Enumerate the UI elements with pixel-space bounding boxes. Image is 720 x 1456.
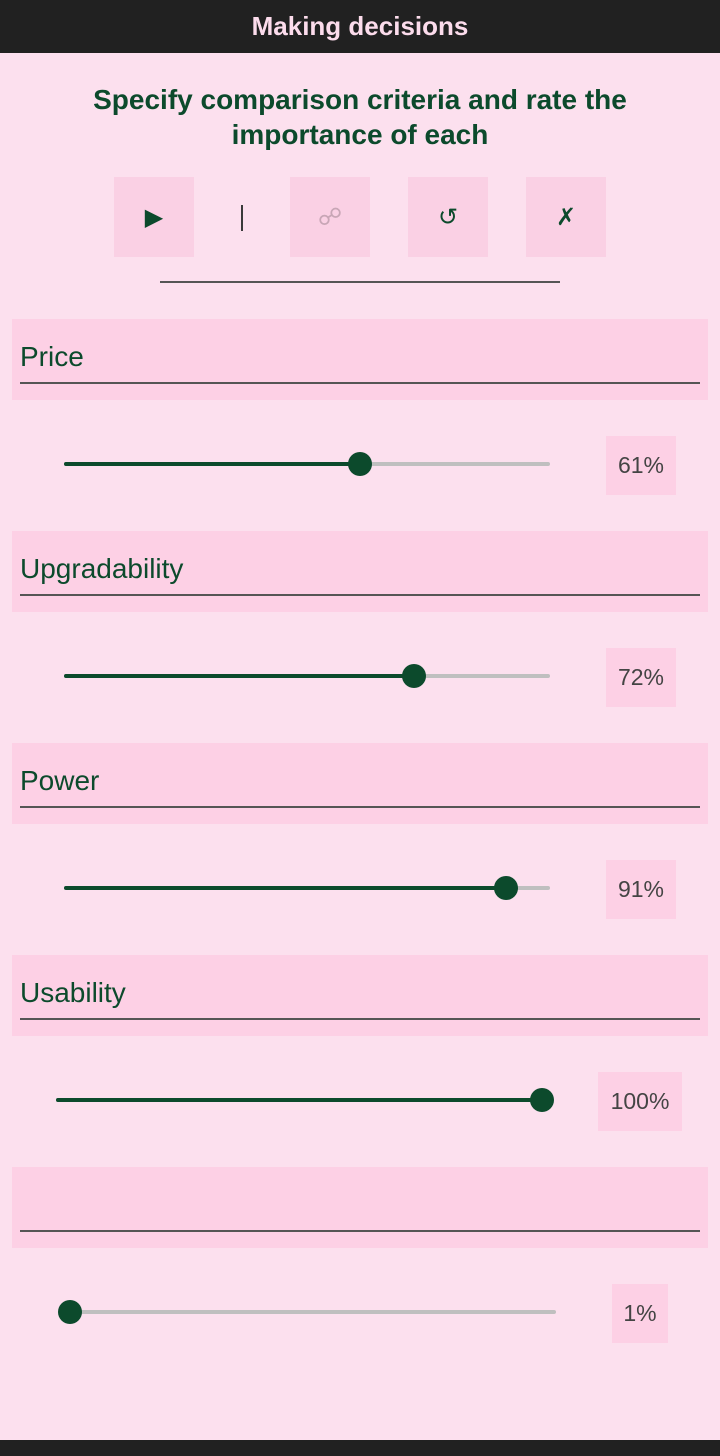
page-heading: Specify comparison criteria and rate the… [93, 84, 627, 150]
criterion-name: Price [20, 341, 84, 372]
importance-value: 1% [612, 1284, 668, 1343]
slider-track [70, 1310, 556, 1314]
field-underline [20, 1230, 700, 1232]
slider-thumb[interactable] [348, 452, 373, 476]
field-underline [20, 382, 700, 384]
link-button[interactable]: ☍ [290, 177, 370, 257]
importance-value: 91% [606, 860, 676, 919]
divider [160, 281, 560, 283]
slider-thumb[interactable] [494, 876, 519, 900]
criterion-name-field[interactable]: Usability [12, 955, 708, 1036]
importance-slider[interactable] [64, 876, 550, 900]
slider-thumb[interactable] [401, 664, 426, 688]
importance-slider[interactable] [64, 664, 550, 688]
criterion-name: Usability [20, 977, 126, 1008]
criterion-name-field[interactable]: Price [12, 319, 708, 400]
close-button[interactable]: ✗ [526, 177, 606, 257]
system-nav-bar [0, 1440, 720, 1456]
undo-button[interactable]: ↺ [408, 177, 488, 257]
slider-fill [64, 462, 361, 466]
title-bar: Making decisions [0, 0, 720, 53]
app-title: Making decisions [251, 11, 469, 41]
criterion-usability: Usability 100% [0, 955, 720, 1145]
slider-fill [64, 674, 414, 678]
criterion-name: Upgradability [20, 553, 184, 584]
play-icon: ▶ [144, 203, 164, 231]
importance-slider[interactable] [58, 1300, 556, 1324]
criterion-new: 1% [0, 1167, 720, 1357]
field-underline [20, 594, 700, 596]
importance-value: 72% [606, 648, 676, 707]
importance-slider[interactable] [64, 452, 550, 476]
close-icon: ✗ [555, 203, 577, 231]
criterion-name: Power [20, 765, 100, 796]
field-underline [20, 1018, 700, 1020]
play-button[interactable]: ▶ [114, 177, 194, 257]
slider-fill [64, 886, 507, 890]
toolbar-separator [241, 205, 243, 231]
importance-value: 100% [598, 1072, 682, 1131]
link-icon: ☍ [317, 203, 343, 231]
toolbar: ▶ ☍ ↺ ✗ [0, 177, 720, 257]
slider-fill [56, 1098, 542, 1102]
importance-slider[interactable] [56, 1088, 554, 1112]
undo-icon: ↺ [437, 203, 459, 231]
criterion-price: Price 61% [0, 319, 720, 509]
criterion-power: Power 91% [0, 743, 720, 933]
field-underline [20, 806, 700, 808]
criterion-upgradability: Upgradability 72% [0, 531, 720, 721]
slider-thumb[interactable] [58, 1300, 82, 1324]
slider-thumb[interactable] [530, 1088, 554, 1112]
importance-value: 61% [606, 436, 676, 495]
criterion-name-field[interactable]: Upgradability [12, 531, 708, 612]
criterion-name-field[interactable] [12, 1167, 708, 1248]
criterion-name-field[interactable]: Power [12, 743, 708, 824]
